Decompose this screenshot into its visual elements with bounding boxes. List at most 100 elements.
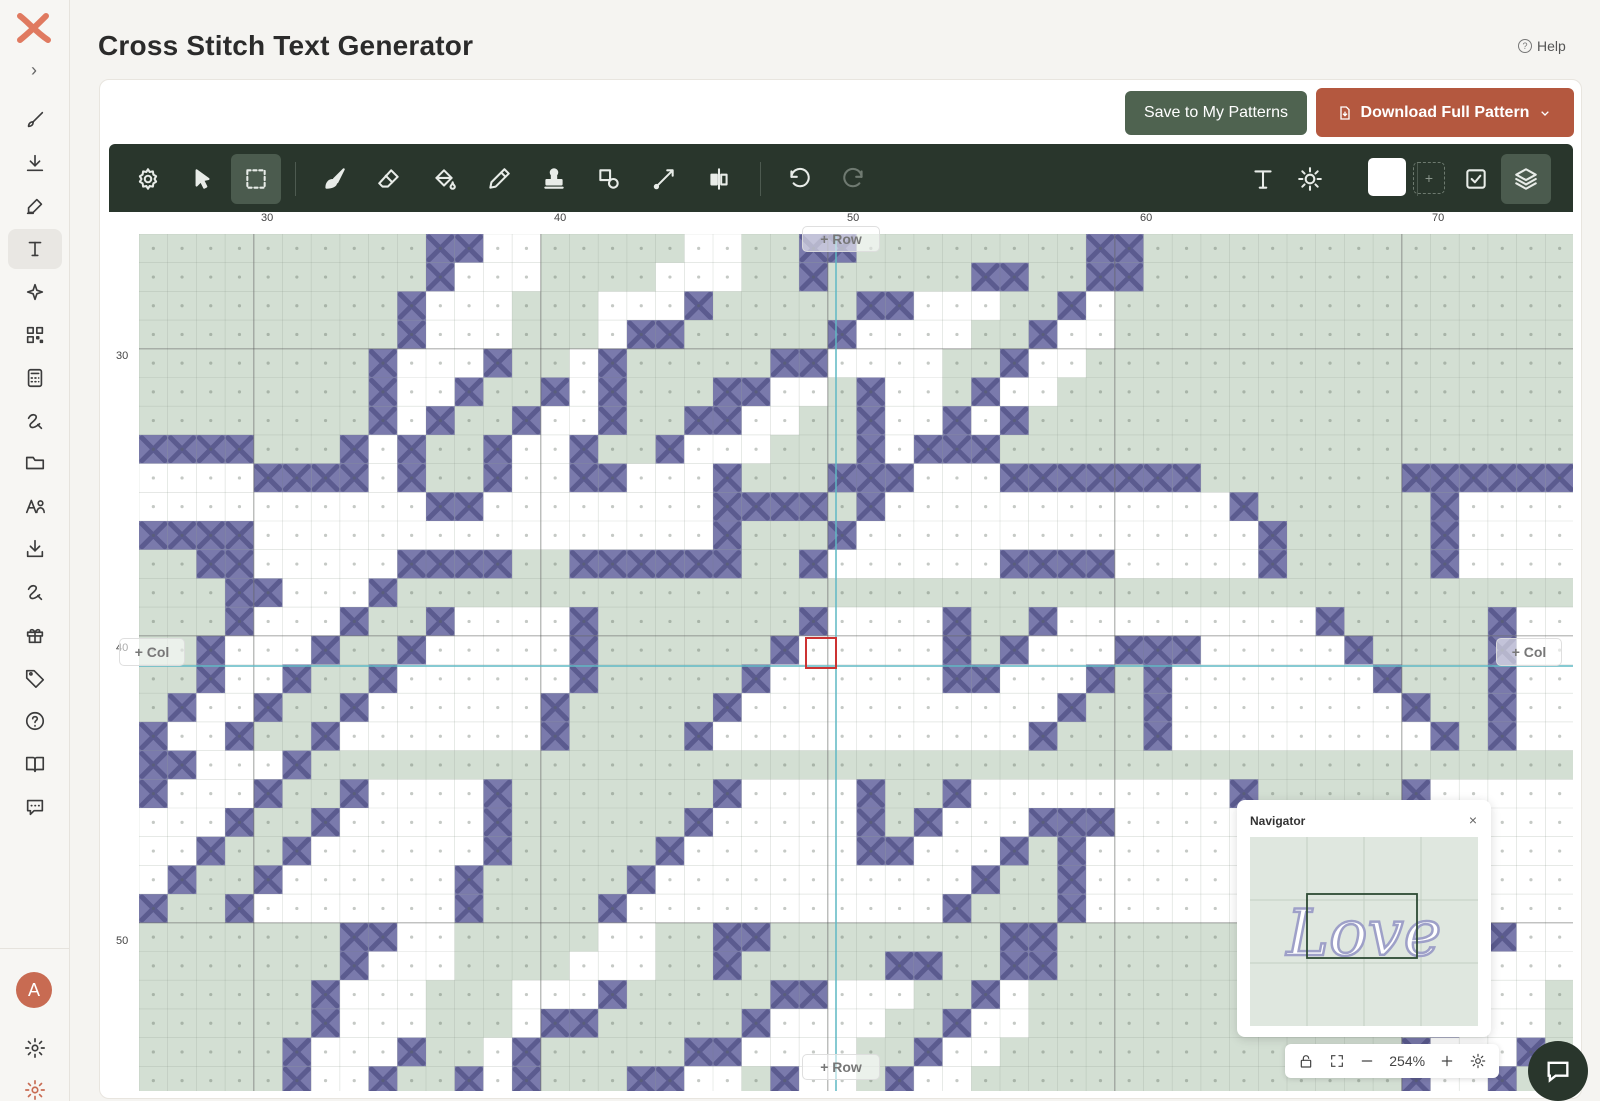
brush-icon	[27, 111, 44, 128]
add-col-right-button[interactable]: + Col	[1496, 638, 1562, 666]
message-icon	[1547, 1061, 1569, 1083]
sidebar-item-download-tray[interactable]	[8, 529, 62, 569]
brush-icon	[325, 168, 345, 189]
add-row-top-button[interactable]: + Row	[802, 226, 880, 252]
tool-stamp[interactable]	[529, 154, 579, 204]
add-col-left-button[interactable]: + Col	[119, 638, 185, 666]
navigator-title: Navigator	[1250, 814, 1306, 828]
add-color-button[interactable]: +	[1413, 162, 1445, 194]
sidebar-item-brush[interactable]	[8, 100, 62, 140]
col-tick: 40	[554, 212, 567, 224]
shapes-icon	[599, 169, 619, 189]
editor-toolbar	[109, 144, 1573, 212]
eraser-icon	[378, 169, 399, 188]
sidebar-item-chat[interactable]	[8, 787, 62, 827]
tool-redo[interactable]	[829, 154, 879, 204]
redo-icon	[843, 167, 863, 188]
qr-code-icon	[26, 326, 44, 344]
chat-button[interactable]	[1528, 1041, 1588, 1101]
sidebar-item-thread[interactable]	[8, 401, 62, 441]
tool-line[interactable]	[639, 154, 689, 204]
calculator-icon	[27, 368, 43, 388]
col-tick: 30	[261, 212, 274, 224]
file-download-icon	[1339, 105, 1350, 120]
thread-icon	[27, 584, 43, 601]
tool-eraser[interactable]	[364, 154, 414, 204]
tool-mirror[interactable]	[694, 154, 744, 204]
marquee-select-icon	[246, 169, 266, 189]
save-to-patterns-button[interactable]: Save to My Patterns	[1125, 91, 1307, 135]
layers-icon	[1515, 168, 1537, 190]
tool-marquee[interactable]	[231, 154, 281, 204]
navigator-panel: Navigator × Love	[1237, 800, 1491, 1037]
zoom-controls: 254%	[1285, 1044, 1499, 1078]
sidebar-item-download[interactable]	[8, 143, 62, 183]
sidebar-item-text[interactable]	[8, 229, 62, 269]
sidebar-item-sparkle[interactable]	[8, 272, 62, 312]
fullscreen-icon[interactable]	[1329, 1053, 1345, 1069]
tool-select[interactable]	[177, 154, 227, 204]
sidebar-item-tag[interactable]	[8, 658, 62, 698]
chevron-down-icon	[1541, 110, 1550, 116]
sidebar-item-calculator[interactable]	[8, 358, 62, 398]
help-icon: ?	[1518, 39, 1532, 53]
tool-brightness[interactable]	[1285, 154, 1335, 204]
brightness-icon[interactable]	[1470, 1053, 1486, 1069]
undo-icon	[790, 167, 810, 188]
help-label: Help	[1537, 38, 1566, 54]
tool-check[interactable]	[1451, 154, 1501, 204]
sidebar-item-help[interactable]	[8, 701, 62, 741]
close-icon[interactable]: ×	[1469, 812, 1477, 828]
help-link[interactable]: ? Help	[1518, 38, 1566, 54]
sparkle-icon	[26, 283, 44, 301]
tool-layers[interactable]	[1501, 154, 1551, 204]
text-icon	[1254, 170, 1272, 189]
download-pattern-button[interactable]: Download Full Pattern	[1316, 88, 1574, 137]
sidebar-item-qr[interactable]	[8, 315, 62, 355]
sidebar-divider	[0, 948, 70, 949]
row-tick: 50	[116, 935, 129, 947]
current-color-swatch[interactable]	[1368, 158, 1406, 196]
tool-brush[interactable]	[309, 154, 359, 204]
tool-settings[interactable]	[123, 154, 173, 204]
col-tick: 70	[1432, 212, 1445, 224]
gift-icon	[26, 628, 44, 644]
toolbar-divider	[760, 162, 761, 196]
sidebar-item-edit[interactable]	[8, 186, 62, 226]
folder-icon	[25, 456, 45, 470]
tool-eyedropper[interactable]	[474, 154, 524, 204]
gear-icon	[25, 1038, 45, 1058]
sidebar-item-book[interactable]	[8, 744, 62, 784]
navigator-preview[interactable]: Love	[1250, 837, 1478, 1026]
tool-shapes[interactable]	[584, 154, 634, 204]
sidebar-item-folder[interactable]	[8, 443, 62, 483]
toolbar-divider	[295, 162, 296, 196]
eyedropper-icon	[489, 168, 510, 189]
col-tick: 50	[847, 212, 860, 224]
add-row-bottom-button[interactable]: + Row	[802, 1054, 880, 1080]
tool-text[interactable]	[1238, 154, 1288, 204]
zoom-in-icon[interactable]	[1439, 1053, 1455, 1069]
font-user-icon	[25, 499, 45, 514]
zoom-out-icon[interactable]	[1359, 1053, 1375, 1069]
page-title: Cross Stitch Text Generator	[98, 30, 474, 61]
logo-icon[interactable]	[14, 10, 54, 46]
lock-icon[interactable]	[1298, 1053, 1314, 1069]
tool-fill[interactable]	[419, 154, 469, 204]
tool-undo[interactable]	[774, 154, 824, 204]
line-tool-icon	[653, 169, 674, 190]
sidebar-item-gift[interactable]	[8, 615, 62, 655]
edit-icon	[26, 198, 43, 215]
sidebar-item-thread-2[interactable]	[8, 572, 62, 612]
expand-sidebar-icon[interactable]: ›	[22, 58, 46, 82]
zoom-level: 254%	[1389, 1053, 1426, 1069]
text-icon	[28, 241, 42, 257]
sidebar-item-settings[interactable]	[8, 1028, 62, 1068]
sidebar-item-fonts[interactable]	[8, 486, 62, 526]
sidebar-item-admin-settings[interactable]	[8, 1070, 62, 1101]
sun-icon	[1298, 167, 1322, 191]
checkbox-icon	[1466, 169, 1486, 189]
avatar[interactable]: A	[16, 972, 52, 1008]
book-icon	[25, 756, 45, 773]
navigator-love-text: Love	[1285, 897, 1441, 971]
